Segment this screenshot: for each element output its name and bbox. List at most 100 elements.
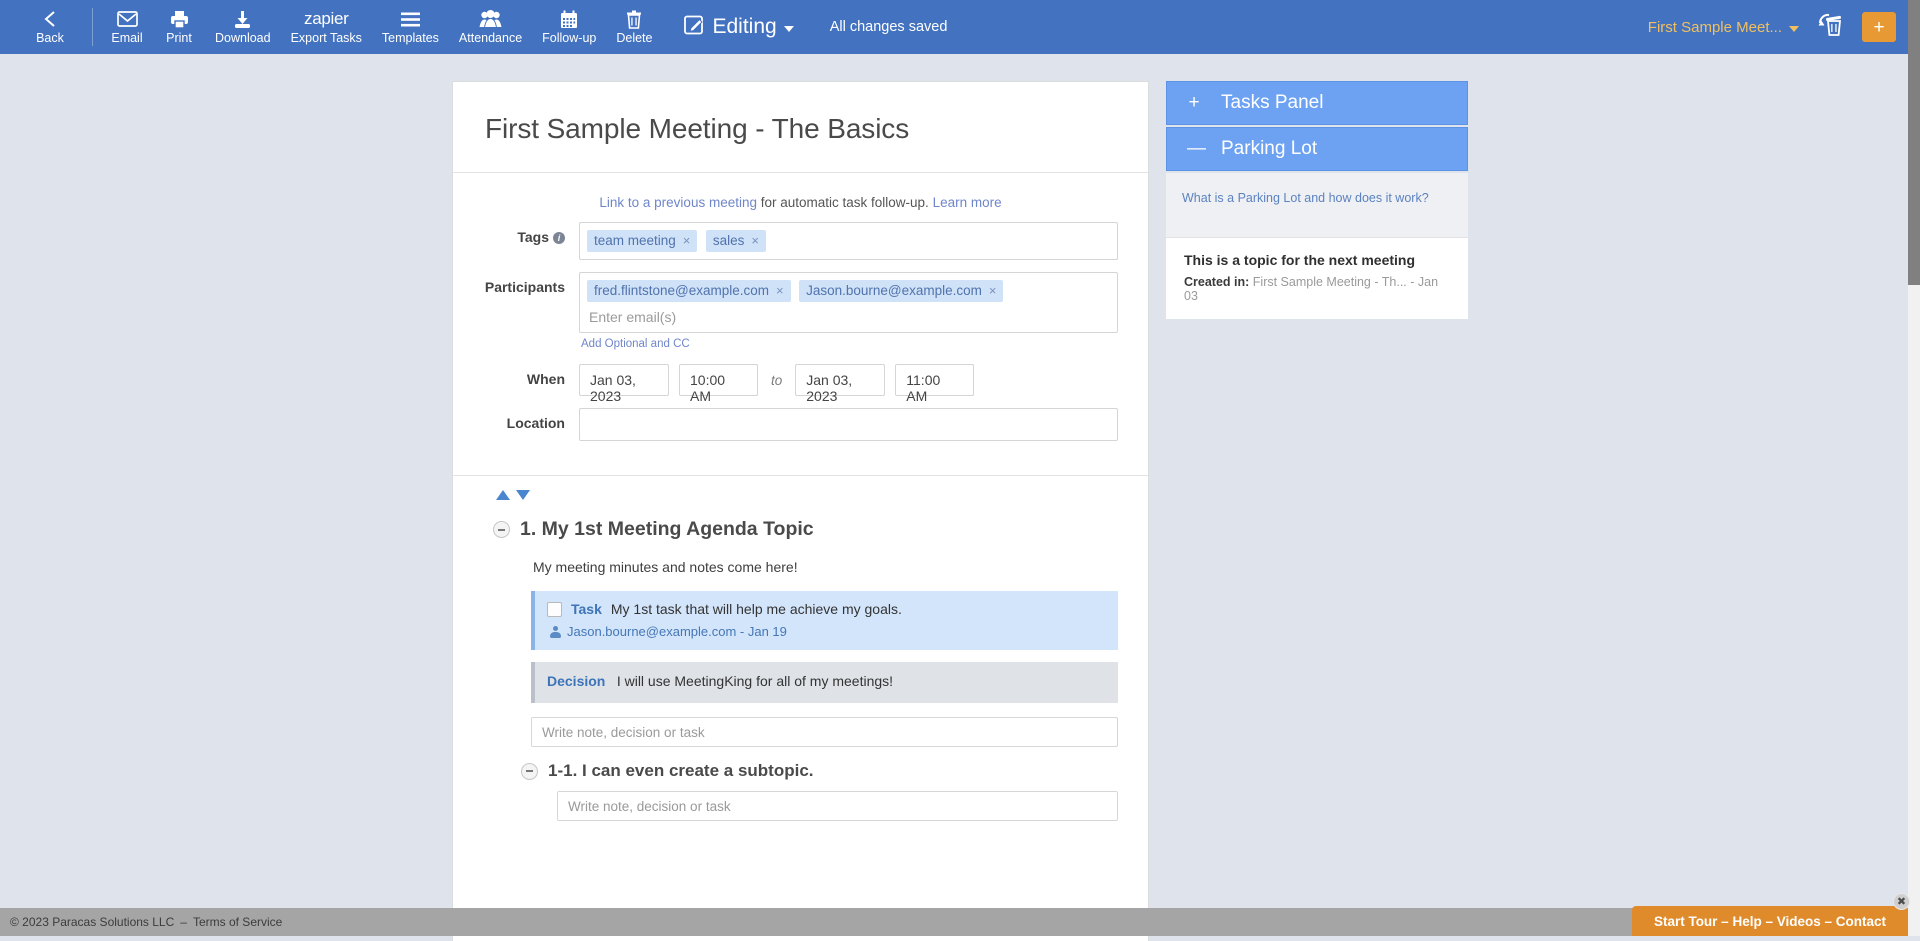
- chevron-left-icon: [42, 8, 58, 30]
- follow-up-button[interactable]: Follow-up: [532, 0, 606, 54]
- add-optional-cc-link[interactable]: Add Optional and CC: [579, 333, 690, 350]
- participant-chip-label: fred.flintstone@example.com: [594, 283, 769, 298]
- when-label: When: [483, 364, 579, 387]
- minus-icon: —: [1187, 138, 1201, 160]
- print-button[interactable]: Print: [153, 0, 205, 54]
- task-main-line: Task My 1st task that will help me achie…: [547, 601, 1106, 617]
- participants-label: Participants: [483, 272, 579, 295]
- document-title-area: First Sample Meeting - The Basics: [453, 82, 1148, 173]
- participant-chip[interactable]: Jason.bourne@example.com ×: [799, 280, 1003, 302]
- move-up-icon[interactable]: [496, 490, 510, 500]
- attendance-button[interactable]: Attendance: [449, 0, 532, 54]
- tag-chip[interactable]: sales ×: [706, 230, 766, 252]
- subtopic-body: Write note, decision or task: [557, 791, 1118, 821]
- plus-icon: +: [1187, 92, 1201, 114]
- zapier-icon: zapier: [304, 8, 349, 30]
- link-middle-text: for automatic task follow-up.: [757, 195, 933, 210]
- task-item[interactable]: Task My 1st task that will help me achie…: [531, 591, 1118, 650]
- start-date-input[interactable]: Jan 03, 2023: [579, 364, 669, 396]
- parking-lot-help-link[interactable]: What is a Parking Lot and how does it wo…: [1182, 191, 1429, 205]
- tags-row: Tagsi team meeting × sales ×: [483, 222, 1118, 260]
- to-separator: to: [771, 373, 782, 388]
- download-label: Download: [215, 32, 271, 45]
- participants-control: fred.flintstone@example.com × Jason.bour…: [579, 272, 1118, 352]
- decision-keyword: Decision: [547, 673, 605, 689]
- people-icon: [479, 8, 502, 30]
- chevron-down-icon: [1789, 26, 1799, 32]
- vertical-scrollbar[interactable]: [1908, 0, 1920, 936]
- parking-lot-body: What is a Parking Lot and how does it wo…: [1166, 173, 1468, 237]
- task-text: My 1st task that will help me achieve my…: [611, 601, 902, 617]
- restore-trash-icon[interactable]: [1817, 12, 1844, 42]
- tag-chip-label: sales: [713, 233, 745, 248]
- parking-lot-item[interactable]: This is a topic for the next meeting Cre…: [1166, 237, 1468, 319]
- close-tour-icon[interactable]: ✖: [1893, 893, 1910, 910]
- close-icon[interactable]: ×: [989, 283, 997, 298]
- location-textarea[interactable]: [579, 408, 1118, 441]
- participant-chip-label: Jason.bourne@example.com: [806, 283, 982, 298]
- when-control: Jan 03, 2023 10:00 AM to Jan 03, 2023 11…: [579, 364, 1118, 396]
- download-button[interactable]: Download: [205, 0, 281, 54]
- tag-chip[interactable]: team meeting ×: [587, 230, 697, 252]
- start-time-input[interactable]: 10:00 AM: [679, 364, 758, 396]
- add-new-button[interactable]: +: [1862, 12, 1896, 42]
- start-tour-button[interactable]: Start Tour – Help – Videos – Contact: [1632, 906, 1908, 936]
- decision-item[interactable]: Decision I will use MeetingKing for all …: [531, 662, 1118, 703]
- templates-button[interactable]: Templates: [372, 0, 449, 54]
- collapse-subtopic-button[interactable]: [521, 763, 538, 780]
- toolbar-right-group: First Sample Meet... +: [1648, 0, 1908, 54]
- top-toolbar: Back Email Print Download zapier Ex: [0, 0, 1908, 54]
- move-down-icon[interactable]: [516, 490, 530, 500]
- export-tasks-label: Export Tasks: [291, 32, 362, 45]
- email-button[interactable]: Email: [101, 0, 153, 54]
- end-date-input[interactable]: Jan 03, 2023: [795, 364, 885, 396]
- save-status: All changes saved: [830, 19, 948, 35]
- when-row: When Jan 03, 2023 10:00 AM to Jan 03, 20…: [483, 364, 1118, 396]
- scrollbar-thumb[interactable]: [1908, 0, 1920, 285]
- page-title[interactable]: First Sample Meeting - The Basics: [485, 113, 1116, 145]
- attendance-label: Attendance: [459, 32, 522, 45]
- parking-lot-label: Parking Lot: [1221, 138, 1317, 160]
- parking-lot-header[interactable]: — Parking Lot: [1166, 127, 1468, 171]
- page-footer: © 2023 Paracas Solutions LLC – Terms of …: [0, 908, 1908, 936]
- tasks-panel-header[interactable]: + Tasks Panel: [1166, 81, 1468, 125]
- topic-title[interactable]: 1. My 1st Meeting Agenda Topic: [520, 518, 814, 541]
- previous-meeting-link-row: Link to a previous meeting for automatic…: [453, 173, 1148, 218]
- envelope-icon: [117, 8, 138, 30]
- collapse-topic-button[interactable]: [493, 521, 510, 538]
- participants-email-entry[interactable]: Enter email(s): [587, 303, 1110, 327]
- export-tasks-button[interactable]: zapier Export Tasks: [281, 0, 372, 54]
- delete-button[interactable]: Delete: [606, 0, 662, 54]
- subtopic-header: 1-1. I can even create a subtopic.: [521, 761, 1118, 781]
- zapier-wordmark: zapier: [304, 9, 349, 29]
- close-icon[interactable]: ×: [751, 233, 759, 248]
- footer-separator: –: [180, 915, 187, 929]
- decision-text: I will use MeetingKing for all of my mee…: [617, 673, 893, 689]
- participant-chip[interactable]: fred.flintstone@example.com ×: [587, 280, 791, 302]
- participants-input[interactable]: fred.flintstone@example.com × Jason.bour…: [579, 272, 1118, 333]
- chevron-down-icon: [784, 26, 794, 32]
- back-button[interactable]: Back: [24, 0, 76, 54]
- tags-input[interactable]: team meeting × sales ×: [579, 222, 1118, 260]
- calendar-icon: [560, 8, 578, 30]
- subtopic-write-note-input[interactable]: Write note, decision or task: [557, 791, 1118, 821]
- close-icon[interactable]: ×: [683, 233, 691, 248]
- info-icon[interactable]: i: [553, 232, 565, 244]
- tasks-panel-label: Tasks Panel: [1221, 92, 1323, 114]
- task-assignee: Jason.bourne@example.com - Jan 19: [567, 624, 787, 639]
- end-time-input[interactable]: 11:00 AM: [895, 364, 974, 396]
- tags-control: team meeting × sales ×: [579, 222, 1118, 260]
- learn-more-link[interactable]: Learn more: [933, 195, 1002, 210]
- task-checkbox[interactable]: [547, 602, 562, 617]
- topic-note[interactable]: My meeting minutes and notes come here!: [531, 547, 1118, 591]
- close-icon[interactable]: ×: [776, 283, 784, 298]
- toolbar-divider: [92, 8, 93, 46]
- write-note-input[interactable]: Write note, decision or task: [531, 717, 1118, 747]
- meeting-selector[interactable]: First Sample Meet...: [1648, 19, 1799, 36]
- parking-lot-item-title: This is a topic for the next meeting: [1184, 252, 1452, 268]
- editing-mode-dropdown[interactable]: Editing: [684, 0, 793, 54]
- link-previous-meeting[interactable]: Link to a previous meeting: [599, 195, 757, 210]
- terms-of-service-link[interactable]: Terms of Service: [193, 915, 282, 929]
- tags-label: Tagsi: [483, 222, 579, 245]
- subtopic-title[interactable]: 1-1. I can even create a subtopic.: [548, 761, 814, 781]
